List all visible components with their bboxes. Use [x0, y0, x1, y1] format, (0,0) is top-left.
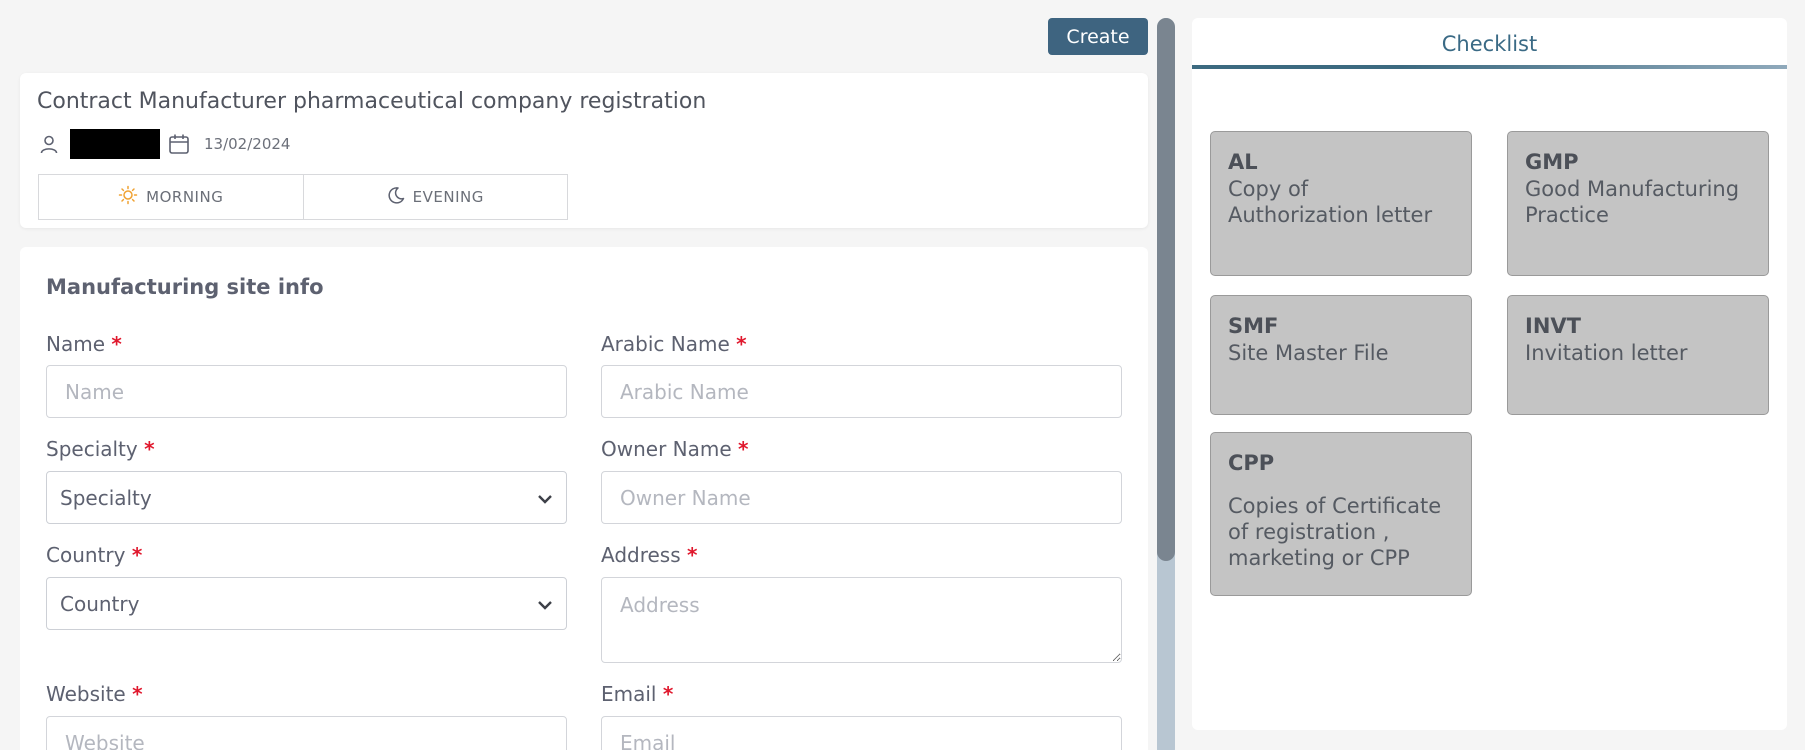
arabic-name-label: Arabic Name *: [601, 332, 747, 356]
country-value: Country: [60, 591, 140, 616]
email-input[interactable]: [601, 716, 1122, 750]
name-label: Name *: [46, 332, 122, 356]
calendar-icon: [167, 132, 191, 156]
checklist-item-gmp[interactable]: GMP Good Manufacturing Practice: [1507, 131, 1769, 276]
shift-toggle-group: MORNING EVENING: [38, 174, 568, 220]
checklist-panel: Checklist AL Copy of Authorization lette…: [1192, 18, 1787, 730]
checklist-item-code: AL: [1228, 150, 1258, 174]
checklist-item-al[interactable]: AL Copy of Authorization letter: [1210, 131, 1472, 276]
owner-name-input[interactable]: [601, 471, 1122, 524]
specialty-value: Specialty: [60, 485, 152, 510]
checklist-item-cpp[interactable]: CPP Copies of Certificate of registratio…: [1210, 432, 1472, 596]
country-select[interactable]: Country: [46, 577, 567, 630]
chevron-down-icon: [537, 592, 553, 616]
header-card: Contract Manufacturer pharmaceutical com…: [20, 73, 1148, 228]
section-title: Manufacturing site info: [46, 275, 324, 299]
meta-row: 13/02/2024: [38, 128, 290, 160]
email-label: Email *: [601, 682, 674, 706]
checklist-item-invt[interactable]: INVT Invitation letter: [1507, 295, 1769, 415]
website-label: Website *: [46, 682, 143, 706]
checklist-item-description: Copy of Authorization letter: [1228, 177, 1433, 227]
sun-icon: [118, 185, 138, 209]
date-text: 13/02/2024: [204, 135, 291, 153]
specialty-select[interactable]: Specialty: [46, 471, 567, 524]
checklist-item-description: Site Master File: [1228, 341, 1389, 365]
owner-name-label: Owner Name *: [601, 437, 749, 461]
checklist-item-code: SMF: [1228, 314, 1279, 338]
manufacturing-site-form: Manufacturing site info Name * Arabic Na…: [20, 247, 1148, 750]
specialty-label: Specialty *: [46, 437, 155, 461]
moon-icon: [387, 186, 405, 208]
country-label: Country *: [46, 543, 143, 567]
checklist-item-code: INVT: [1525, 314, 1581, 338]
address-label: Address *: [601, 543, 698, 567]
create-button[interactable]: Create: [1048, 18, 1148, 55]
evening-shift-button[interactable]: EVENING: [302, 175, 567, 219]
checklist-item-code: GMP: [1525, 150, 1579, 174]
morning-label: MORNING: [146, 188, 224, 206]
chevron-down-icon: [537, 486, 553, 510]
name-input[interactable]: [46, 365, 567, 418]
tab-checklist[interactable]: Checklist: [1192, 18, 1787, 70]
tab-underline: [1192, 65, 1787, 69]
checklist-item-description: Copies of Certificate of registration , …: [1228, 494, 1442, 570]
checklist-item-smf[interactable]: SMF Site Master File: [1210, 295, 1472, 415]
checklist-item-code: CPP: [1228, 451, 1275, 475]
checklist-item-description: Good Manufacturing Practice: [1525, 177, 1740, 227]
arabic-name-input[interactable]: [601, 365, 1122, 418]
checklist-item-description: Invitation letter: [1525, 341, 1688, 365]
address-textarea[interactable]: [601, 577, 1122, 663]
evening-label: EVENING: [412, 188, 484, 206]
website-input[interactable]: [46, 716, 567, 750]
morning-shift-button[interactable]: MORNING: [39, 175, 303, 219]
scrollbar-thumb[interactable]: [1157, 18, 1175, 561]
redacted-username: [70, 129, 160, 159]
page-title: Contract Manufacturer pharmaceutical com…: [37, 89, 707, 114]
user-icon: [38, 133, 60, 155]
